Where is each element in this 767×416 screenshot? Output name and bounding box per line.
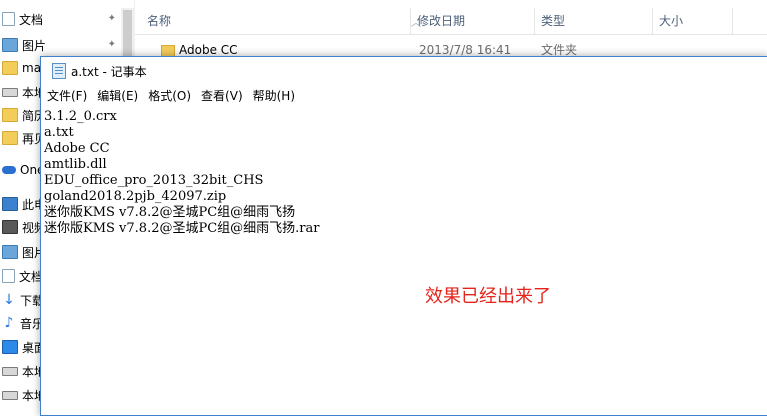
pictures-icon <box>2 245 18 259</box>
column-header-name[interactable]: 名称 <box>141 8 411 34</box>
text-editor-area[interactable]: 3.1.2_0.crx a.txt Adobe CC amtlib.dll EDU_of… <box>41 107 767 415</box>
drive-icon <box>2 366 18 376</box>
document-icon <box>2 269 15 283</box>
menu-bar: 文件(F) 编辑(E) 格式(O) 查看(V) 帮助(H) <box>41 86 767 106</box>
document-icon <box>2 12 15 26</box>
nav-item[interactable]: 图片 ✦ <box>0 34 134 56</box>
text-content: 3.1.2_0.crx a.txt Adobe CC amtlib.dll EDU_of… <box>44 109 320 237</box>
text-line: 迷你版KMS v7.8.2@圣城PC组@细雨飞扬.rar <box>44 221 320 236</box>
text-line: goland2018.2pjb_42097.zip <box>44 189 227 204</box>
onedrive-icon <box>2 166 16 174</box>
nav-item[interactable]: 文档 ✦ <box>0 8 134 30</box>
title-bar[interactable]: a.txt - 记事本 <box>41 57 767 85</box>
folder-icon <box>2 131 18 145</box>
menu-file[interactable]: 文件(F) <box>41 86 91 106</box>
text-line: EDU_office_pro_2013_32bit_CHS <box>44 173 264 188</box>
text-line: 3.1.2_0.crx <box>44 109 117 124</box>
pin-icon[interactable]: ✦ <box>108 13 116 24</box>
column-header-size[interactable]: 大小 <box>653 8 733 34</box>
menu-help[interactable]: 帮助(H) <box>247 86 299 106</box>
music-icon: ♪ <box>4 315 14 331</box>
videos-icon <box>2 220 18 234</box>
this-pc-icon <box>2 197 18 211</box>
downloads-icon: ↓ <box>3 292 15 308</box>
menu-view[interactable]: 查看(V) <box>195 86 247 106</box>
column-header-type[interactable]: 类型 <box>535 8 653 34</box>
text-line: 迷你版KMS v7.8.2@圣城PC组@细雨飞扬 <box>44 205 296 220</box>
menu-format[interactable]: 格式(O) <box>142 86 195 106</box>
notepad-window: a.txt - 记事本 文件(F) 编辑(E) 格式(O) 查看(V) 帮助(H… <box>40 56 767 416</box>
annotation-text: 效果已经出来了 <box>425 286 551 307</box>
nav-item-label: 图片 <box>22 38 47 53</box>
pictures-icon <box>2 38 18 52</box>
nav-item-label: 文档 <box>19 12 44 27</box>
text-line: amtlib.dll <box>44 157 107 172</box>
text-line: Adobe CC <box>44 141 110 156</box>
column-header-modified[interactable]: 修改日期 <box>411 8 535 34</box>
menu-edit[interactable]: 编辑(E) <box>91 86 142 106</box>
drive-icon <box>2 87 18 97</box>
folder-icon <box>2 61 18 75</box>
notepad-icon <box>52 63 66 79</box>
desktop-icon <box>2 340 18 354</box>
window-title: a.txt - 记事本 <box>71 65 147 79</box>
pin-icon[interactable]: ✦ <box>108 39 116 50</box>
text-line: a.txt <box>44 125 74 140</box>
folder-icon <box>2 108 18 122</box>
drive-icon <box>2 390 18 400</box>
column-header-row: 名称 ︿ 修改日期 类型 大小 <box>135 8 767 35</box>
